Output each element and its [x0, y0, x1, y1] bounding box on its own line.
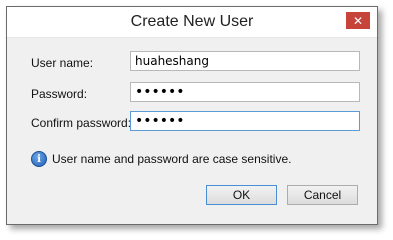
info-icon: i — [31, 151, 47, 167]
close-icon: ✕ — [352, 13, 364, 28]
create-user-dialog: Create New User ✕ User name: huaheshang … — [6, 6, 378, 225]
confirm-password-label: Confirm password: — [31, 116, 132, 130]
title-bar: Create New User ✕ — [7, 7, 377, 38]
username-label: User name: — [31, 56, 94, 70]
confirm-password-field[interactable]: •••••• — [130, 111, 360, 131]
close-button[interactable]: ✕ — [346, 12, 370, 29]
cancel-button[interactable]: Cancel — [287, 185, 358, 205]
password-field[interactable]: •••••• — [130, 82, 360, 102]
info-text: User name and password are case sensitiv… — [52, 152, 292, 166]
dialog-title: Create New User — [130, 13, 254, 30]
username-field[interactable]: huaheshang — [130, 51, 360, 71]
ok-button[interactable]: OK — [206, 185, 277, 205]
password-label: Password: — [31, 87, 88, 101]
